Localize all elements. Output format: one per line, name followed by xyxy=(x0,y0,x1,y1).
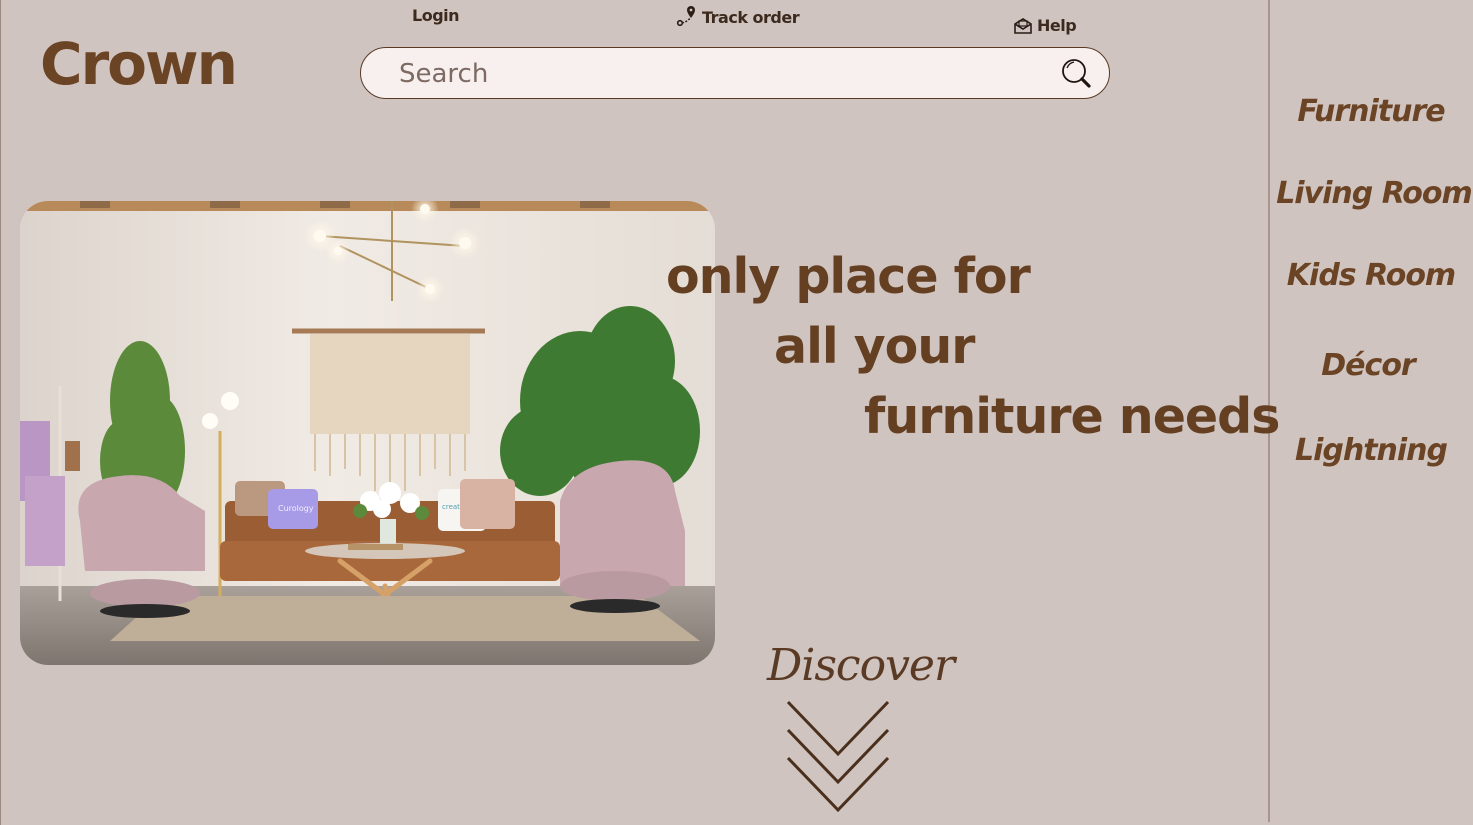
hero-line-3: furniture needs xyxy=(864,388,1280,445)
login-label: Login xyxy=(412,6,460,25)
category-kids-room[interactable]: Kids Room xyxy=(1271,258,1471,293)
help-label: Help xyxy=(1037,16,1077,35)
track-order-link[interactable]: Track order xyxy=(676,5,800,29)
triple-chevron-down-icon[interactable] xyxy=(786,700,892,814)
search-button[interactable] xyxy=(1061,58,1093,94)
frame-left-border xyxy=(0,0,1,825)
category-furniture[interactable]: Furniture xyxy=(1271,94,1471,129)
brand-logo[interactable]: Crown xyxy=(40,30,238,98)
search-icon xyxy=(1062,59,1091,88)
location-pin-icon xyxy=(676,6,695,27)
category-lightning[interactable]: Lightning xyxy=(1271,433,1471,468)
track-order-label: Track order xyxy=(702,7,800,27)
search-bar xyxy=(360,47,1110,99)
hero-image: Curology creativeskin xyxy=(20,201,715,665)
category-living-room[interactable]: Living Room xyxy=(1274,176,1473,211)
help-link[interactable]: Help xyxy=(1013,16,1077,35)
search-input[interactable] xyxy=(397,56,1041,92)
login-link[interactable]: Login xyxy=(412,6,460,25)
category-decor[interactable]: Décor xyxy=(1268,348,1468,383)
living-room-photo: Curology creativeskin xyxy=(20,201,715,665)
hero-line-2: all your xyxy=(774,318,975,375)
discover-link[interactable]: Discover xyxy=(767,640,955,691)
pillow-left-label: Curology xyxy=(278,504,314,513)
hero-line-1: only place for xyxy=(666,248,1031,305)
mail-icon xyxy=(1014,17,1032,34)
